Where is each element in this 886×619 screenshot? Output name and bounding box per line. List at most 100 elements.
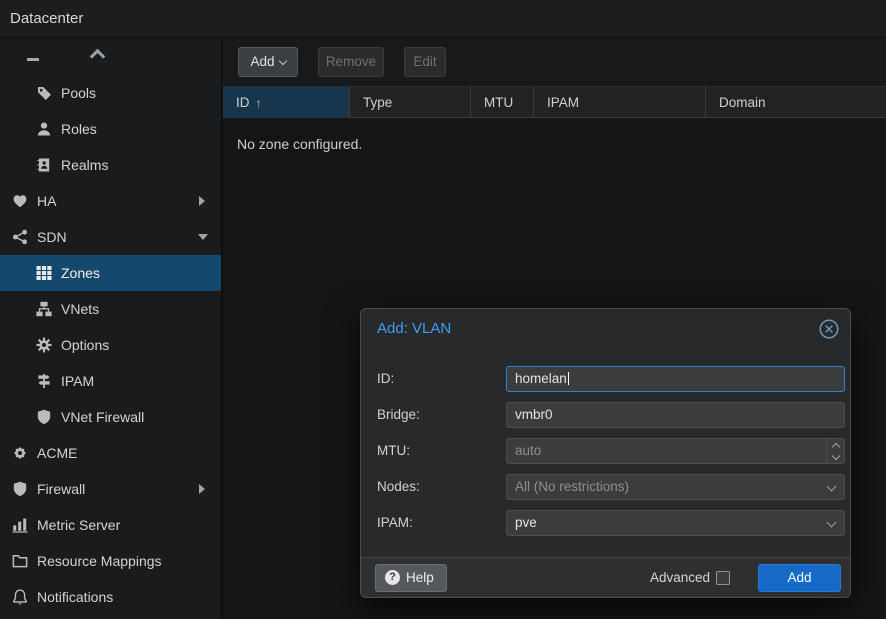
shield-icon	[12, 481, 28, 497]
dialog-add-button[interactable]: Add	[758, 564, 841, 592]
chevron-down-icon	[827, 482, 837, 492]
spinner-buttons	[826, 439, 844, 463]
add-vlan-dialog: Add: VLAN ID: homelan Bridge: vmbr0 MTU:…	[360, 308, 851, 598]
ipam-select[interactable]: pve	[506, 510, 845, 536]
sidebar-item-zones[interactable]: Zones	[0, 255, 221, 291]
empty-table-message: No zone configured.	[237, 136, 362, 152]
map-signs-icon	[36, 373, 52, 389]
id-input[interactable]: homelan	[506, 366, 845, 392]
grid-icon	[36, 265, 52, 281]
field-row-mtu: MTU: auto	[361, 438, 850, 464]
certificate-icon	[12, 445, 28, 461]
sidebar-item-ha[interactable]: HA	[0, 183, 221, 219]
folder-icon	[12, 553, 28, 569]
resource-tree-sidebar: Pools Roles Realms HA SDN Zones VNets	[0, 38, 222, 619]
close-icon[interactable]	[819, 319, 839, 339]
advanced-label[interactable]: Advanced	[650, 558, 710, 598]
sidebar-item-label: Options	[61, 327, 109, 363]
sidebar-item-label: Resource Mappings	[37, 543, 162, 579]
sidebar-item-partial[interactable]	[0, 38, 221, 75]
sidebar-item-metric-server[interactable]: Metric Server	[0, 507, 221, 543]
sidebar-item-label: Roles	[61, 111, 97, 147]
sidebar-item-label: IPAM	[61, 363, 94, 399]
column-header-label: IPAM	[547, 95, 579, 110]
sidebar-item-acme[interactable]: ACME	[0, 435, 221, 471]
sidebar-item-label: Realms	[61, 147, 108, 183]
sidebar-item-sdn[interactable]: SDN	[0, 219, 221, 255]
sidebar-item-label: Zones	[61, 255, 100, 291]
caret-down-icon	[278, 57, 286, 65]
user-icon	[36, 121, 52, 137]
sidebar-item-notifications[interactable]: Notifications	[0, 579, 221, 615]
mtu-spinner[interactable]: auto	[506, 438, 845, 464]
expand-right-icon[interactable]	[199, 484, 205, 494]
nodes-field-label: Nodes:	[377, 474, 420, 500]
sidebar-item-label: Pools	[61, 75, 96, 111]
column-header-id[interactable]: ID↑	[223, 87, 350, 118]
add-zone-button[interactable]: Add	[238, 47, 298, 77]
bridge-field-label: Bridge:	[377, 402, 420, 428]
sidebar-item-label: VNets	[61, 291, 99, 327]
sidebar-item-resource-mappings[interactable]: Resource Mappings	[0, 543, 221, 579]
remove-zone-button[interactable]: Remove	[318, 47, 384, 77]
bell-icon	[12, 589, 28, 605]
network-wired-icon	[36, 301, 52, 317]
gear-icon	[36, 337, 52, 353]
address-book-icon	[36, 157, 52, 173]
field-row-nodes: Nodes: All (No restrictions)	[361, 474, 850, 500]
sidebar-item-options[interactable]: Options	[0, 327, 221, 363]
zones-toolbar: Add Remove Edit	[223, 38, 886, 86]
field-row-ipam: IPAM: pve	[361, 510, 850, 536]
column-header-ipam[interactable]: IPAM	[534, 87, 706, 118]
sidebar-item-vnets[interactable]: VNets	[0, 291, 221, 327]
column-header-mtu[interactable]: MTU	[471, 87, 534, 118]
edit-zone-button[interactable]: Edit	[404, 47, 446, 77]
spinner-down-icon[interactable]	[831, 451, 839, 459]
heartbeat-icon	[12, 193, 28, 209]
bridge-input-value: vmbr0	[515, 407, 553, 422]
topbar-title: Datacenter	[10, 0, 83, 38]
column-header-domain[interactable]: Domain	[706, 87, 886, 118]
nodes-select-value: All (No restrictions)	[515, 479, 629, 494]
help-button[interactable]: ? Help	[375, 564, 447, 592]
id-input-value: homelan	[515, 371, 567, 386]
sidebar-item-firewall[interactable]: Firewall	[0, 471, 221, 507]
sidebar-item-label: HA	[37, 183, 56, 219]
column-header-type[interactable]: Type	[350, 87, 471, 118]
sort-asc-icon: ↑	[256, 96, 262, 110]
collapse-down-icon[interactable]	[198, 234, 208, 240]
field-row-bridge: Bridge: vmbr0	[361, 402, 850, 428]
id-field-label: ID:	[377, 366, 394, 392]
sidebar-item-realms[interactable]: Realms	[0, 147, 221, 183]
column-header-label: Domain	[719, 95, 766, 110]
text-cursor	[568, 372, 569, 385]
mtu-field-label: MTU:	[377, 438, 410, 464]
sidebar-item-label: SDN	[37, 219, 67, 255]
expand-right-icon[interactable]	[199, 196, 205, 206]
dash-icon	[27, 58, 39, 61]
sidebar-item-pools[interactable]: Pools	[0, 75, 221, 111]
column-header-label: Type	[363, 95, 392, 110]
zones-table-header: ID↑ Type MTU IPAM Domain	[223, 86, 886, 118]
ipam-select-value: pve	[515, 515, 537, 530]
sdn-network-icon	[12, 229, 28, 245]
sidebar-item-label: Metric Server	[37, 507, 120, 543]
advanced-checkbox[interactable]	[716, 571, 730, 585]
sidebar-item-roles[interactable]: Roles	[0, 111, 221, 147]
tags-icon	[36, 85, 52, 101]
sidebar-item-vnet-firewall[interactable]: VNet Firewall	[0, 399, 221, 435]
nodes-select[interactable]: All (No restrictions)	[506, 474, 845, 500]
help-button-label: Help	[406, 570, 434, 585]
dialog-add-button-label: Add	[787, 570, 811, 585]
app-root: Datacenter Pools Roles Realms HA SDN	[0, 0, 886, 619]
column-header-label: MTU	[484, 95, 513, 110]
bridge-input[interactable]: vmbr0	[506, 402, 845, 428]
question-circle-icon: ?	[385, 570, 400, 585]
dialog-title: Add: VLAN	[377, 320, 451, 337]
field-row-id: ID: homelan	[361, 366, 850, 392]
add-zone-button-label: Add	[250, 54, 274, 69]
ipam-field-label: IPAM:	[377, 510, 413, 536]
spinner-up-icon[interactable]	[831, 442, 839, 450]
dialog-footer: ? Help Advanced Add	[361, 557, 850, 597]
sidebar-item-ipam[interactable]: IPAM	[0, 363, 221, 399]
